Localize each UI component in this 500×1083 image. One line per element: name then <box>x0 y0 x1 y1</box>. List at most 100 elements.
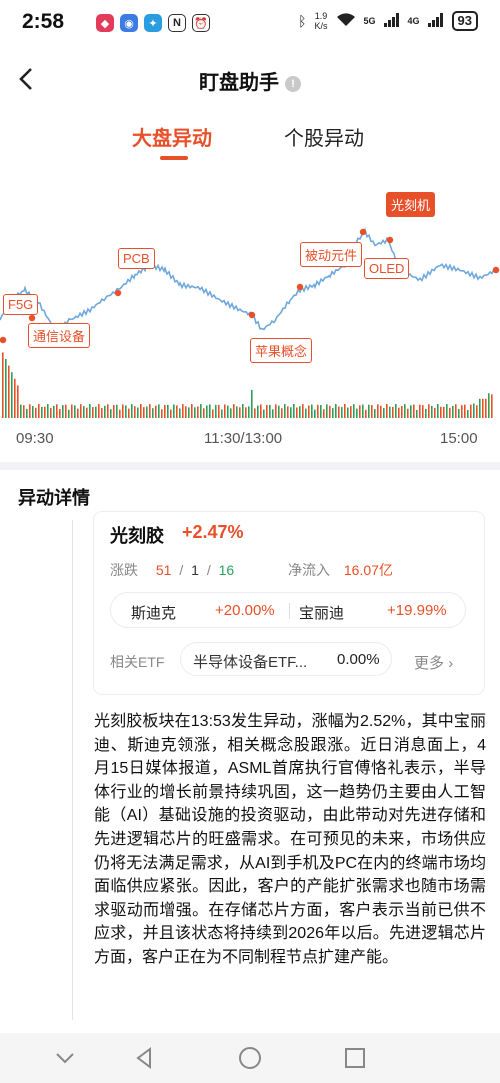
event-tag[interactable]: 通信设备 <box>28 323 91 348</box>
etf-change: 0.00% <box>337 651 380 668</box>
volume-bars <box>2 352 493 418</box>
system-nav-bar <box>0 1033 500 1083</box>
volume-bar <box>80 404 82 418</box>
volume-bar <box>284 404 286 418</box>
battery-indicator: 93 <box>451 11 478 31</box>
volume-bar <box>374 409 376 418</box>
volume-bar <box>482 398 484 418</box>
status-app-icons: ◆ ◉ ✦ N ⏰ <box>96 14 210 32</box>
page-title-text: 盯盘助手 <box>199 72 279 94</box>
volume-bar <box>221 409 223 418</box>
recents-button[interactable] <box>340 1043 370 1073</box>
volume-bar <box>392 406 394 418</box>
signal-4g: 4G <box>407 16 420 26</box>
volume-bar <box>86 407 88 418</box>
volume-bar <box>275 404 277 418</box>
home-button[interactable] <box>235 1043 265 1073</box>
event-tag[interactable]: 苹果概念 <box>250 338 313 363</box>
event-dot <box>386 236 394 244</box>
volume-bar <box>476 405 478 418</box>
etf-item[interactable]: 半导体设备ETF... 0.00% <box>180 642 392 676</box>
volume-bar <box>50 407 52 418</box>
more-label: 更多 <box>414 655 445 672</box>
volume-bar <box>158 404 160 418</box>
back-nav-button[interactable] <box>130 1043 160 1073</box>
volume-bar <box>185 406 187 418</box>
volume-bar <box>2 352 4 418</box>
volume-bar <box>410 405 412 418</box>
leading-stocks: 斯迪克 +20.00% 宝丽迪 +19.99% <box>110 592 466 628</box>
chevron-right-icon: › <box>448 655 454 672</box>
intraday-chart[interactable]: F5G 通信设备 PCB 苹果概念 被动元件 光刻机 OLED <box>0 170 500 450</box>
top-nav: 盯盘助手! <box>0 52 500 108</box>
volume-bar <box>323 409 325 418</box>
volume-bar <box>470 404 472 418</box>
status-time: 2:58 <box>22 10 65 33</box>
volume-bar <box>341 407 343 418</box>
volume-bar <box>62 405 64 418</box>
event-tag[interactable]: PCB <box>118 248 155 269</box>
volume-bar <box>344 404 346 418</box>
event-dot <box>114 289 122 297</box>
volume-bar <box>416 409 418 418</box>
volume-bar <box>332 408 334 418</box>
volume-bar <box>131 404 133 418</box>
volume-bar <box>290 407 292 418</box>
status-bar: 2:58 ◆ ◉ ✦ N ⏰ ᛒ 1.9 K/s 5G 4G 93 <box>0 0 500 48</box>
volume-bar <box>479 398 481 418</box>
volume-bar <box>152 408 154 418</box>
volume-bar <box>368 404 370 418</box>
volume-bar <box>371 405 373 418</box>
volume-bar <box>452 405 454 418</box>
volume-bar <box>458 408 460 418</box>
speed-unit: K/s <box>314 21 328 31</box>
volume-bar <box>32 406 34 418</box>
volume-bar <box>119 409 121 418</box>
volume-bar <box>488 393 490 418</box>
volume-bar <box>200 404 202 418</box>
volume-bar <box>182 404 184 418</box>
volume-bar <box>83 406 85 418</box>
volume-bar <box>140 404 142 418</box>
volume-bar <box>176 405 178 418</box>
info-icon[interactable]: ! <box>285 76 301 92</box>
x-tick-label: 09:30 <box>16 430 54 447</box>
volume-bar <box>209 404 211 418</box>
volume-bar <box>56 404 58 418</box>
volume-bar <box>467 409 469 418</box>
volume-bar <box>251 390 253 418</box>
volume-bar <box>443 406 445 418</box>
event-tag[interactable]: 被动元件 <box>300 242 363 267</box>
event-tag[interactable]: OLED <box>364 258 410 279</box>
volume-bar <box>92 407 94 418</box>
tab-market-movement[interactable]: 大盘异动 <box>132 122 212 151</box>
volume-bar <box>407 408 409 418</box>
volume-bar <box>320 405 322 418</box>
volume-bar <box>77 408 79 418</box>
stock-name[interactable]: 斯迪克 <box>131 602 176 623</box>
volume-bar <box>248 406 250 418</box>
hide-keyboard-icon[interactable] <box>50 1043 80 1073</box>
volume-bar <box>356 408 358 418</box>
volume-bar <box>110 409 112 418</box>
volume-bar <box>317 404 319 418</box>
volume-bar <box>422 405 424 418</box>
etf-label: 相关ETF <box>110 654 165 670</box>
volume-bar <box>134 406 136 418</box>
stock-change: +20.00% <box>215 602 275 619</box>
volume-bar <box>305 408 307 418</box>
alarm-icon: ⏰ <box>192 14 210 32</box>
volume-bar <box>230 408 232 418</box>
section-title: 异动详情 <box>18 488 90 508</box>
volume-bar <box>128 408 130 418</box>
event-tag[interactable]: 光刻机 <box>386 192 436 217</box>
sector-card[interactable]: 光刻胶 +2.47% 涨跌 51 / 1 / 16 净流入 16.07亿 斯迪克… <box>94 512 484 694</box>
flat-count: 1 <box>191 562 199 578</box>
volume-bar <box>350 406 352 418</box>
volume-bar <box>197 406 199 418</box>
stock-name[interactable]: 宝丽迪 <box>299 602 344 623</box>
tab-stock-movement[interactable]: 个股异动 <box>284 122 364 151</box>
event-tag[interactable]: F5G <box>3 294 39 315</box>
more-link[interactable]: 更多 › <box>414 652 453 673</box>
volume-bar <box>347 407 349 418</box>
